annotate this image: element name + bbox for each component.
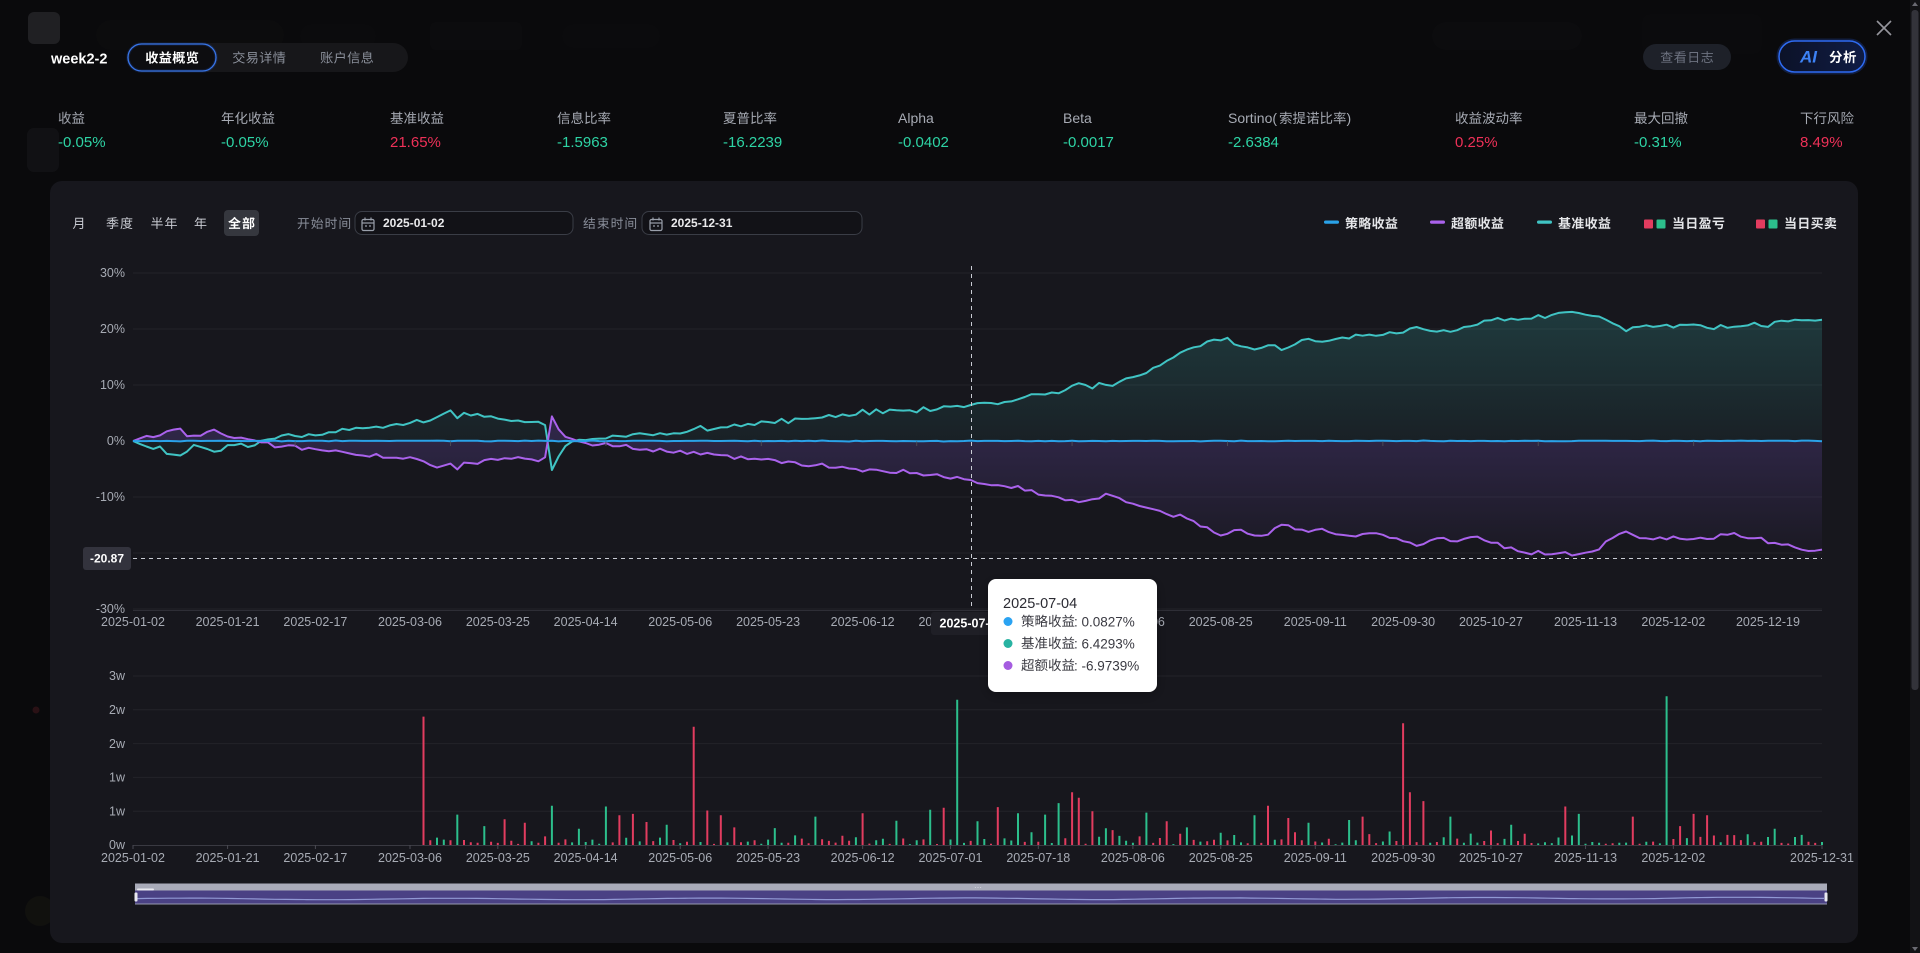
svg-text:-0.05%: -0.05% <box>221 134 269 151</box>
svg-text:: 0.0827%: : 0.0827% <box>1074 614 1135 629</box>
svg-text:2025-04-14: 2025-04-14 <box>554 851 618 865</box>
svg-text:2025-01-02: 2025-01-02 <box>101 615 165 629</box>
svg-text:2025-10-27: 2025-10-27 <box>1459 851 1523 865</box>
svg-text:2025-04-14: 2025-04-14 <box>554 615 618 629</box>
svg-text:1w: 1w <box>109 804 126 818</box>
svg-text:10%: 10% <box>100 378 125 392</box>
svg-text:-20.87: -20.87 <box>90 552 124 566</box>
svg-text:2w: 2w <box>109 737 126 751</box>
svg-text:8.49%: 8.49% <box>1800 134 1843 151</box>
svg-text:2025-08-25: 2025-08-25 <box>1189 851 1253 865</box>
svg-text:2025-11-13: 2025-11-13 <box>1554 615 1617 629</box>
svg-text:2025-01-02: 2025-01-02 <box>383 216 445 230</box>
svg-text:2025-08-25: 2025-08-25 <box>1189 615 1253 629</box>
svg-text:2025-03-06: 2025-03-06 <box>378 851 442 865</box>
svg-text:Alpha: Alpha <box>898 110 934 126</box>
svg-text:AI: AI <box>1799 48 1818 67</box>
svg-text:Beta: Beta <box>1063 110 1092 126</box>
svg-text:2025-09-30: 2025-09-30 <box>1371 615 1435 629</box>
svg-text:2025-12-02: 2025-12-02 <box>1641 851 1705 865</box>
svg-text:2025-05-06: 2025-05-06 <box>648 851 712 865</box>
svg-text:2025-03-06: 2025-03-06 <box>378 615 442 629</box>
svg-text:: -6.9739%: : -6.9739% <box>1074 658 1139 673</box>
svg-text:): ) <box>1347 110 1352 126</box>
svg-text:-0.31%: -0.31% <box>1634 134 1682 151</box>
svg-text:-16.2239: -16.2239 <box>723 134 782 151</box>
svg-text:week2-2: week2-2 <box>50 52 107 68</box>
svg-text:-0.05%: -0.05% <box>58 134 106 151</box>
svg-text:2025-06-12: 2025-06-12 <box>831 615 895 629</box>
svg-text:-2.6384: -2.6384 <box>1228 134 1279 151</box>
svg-text:20%: 20% <box>100 322 125 336</box>
svg-text:3w: 3w <box>109 669 126 683</box>
svg-text:-10%: -10% <box>96 490 125 504</box>
svg-text:2025-12-31: 2025-12-31 <box>671 216 733 230</box>
svg-text:2025-05-23: 2025-05-23 <box>736 615 800 629</box>
svg-text:30%: 30% <box>100 266 125 280</box>
svg-text:2025-01-02: 2025-01-02 <box>101 851 165 865</box>
svg-text:2025-09-11: 2025-09-11 <box>1284 851 1347 865</box>
svg-text:2025-12-31: 2025-12-31 <box>1790 851 1854 865</box>
svg-text:2025-02-17: 2025-02-17 <box>283 615 347 629</box>
svg-text:⋯: ⋯ <box>974 883 982 892</box>
svg-text:-0.0402: -0.0402 <box>898 134 949 151</box>
svg-text:2025-07-04: 2025-07-04 <box>1003 596 1077 612</box>
svg-text:2025-03-25: 2025-03-25 <box>466 615 530 629</box>
svg-text:2025-12-19: 2025-12-19 <box>1736 615 1800 629</box>
svg-text:2025-05-06: 2025-05-06 <box>648 615 712 629</box>
svg-text:2025-10-27: 2025-10-27 <box>1459 615 1523 629</box>
svg-text:-1.5963: -1.5963 <box>557 134 608 151</box>
svg-text:2025-01-21: 2025-01-21 <box>196 615 260 629</box>
svg-text:2025-09-30: 2025-09-30 <box>1371 851 1435 865</box>
svg-text:Sortino(: Sortino( <box>1228 110 1277 126</box>
svg-text:2025-02-17: 2025-02-17 <box>283 851 347 865</box>
svg-text:2w: 2w <box>109 703 126 717</box>
svg-text:2025-07-01: 2025-07-01 <box>918 851 982 865</box>
svg-text:-0.0017: -0.0017 <box>1063 134 1114 151</box>
svg-text:2025-07-18: 2025-07-18 <box>1006 851 1070 865</box>
svg-text:2025-09-11: 2025-09-11 <box>1284 615 1347 629</box>
svg-text:1w: 1w <box>109 771 126 785</box>
svg-text:2025-03-25: 2025-03-25 <box>466 851 530 865</box>
svg-text:2025-12-02: 2025-12-02 <box>1641 615 1705 629</box>
svg-text:2025-08-06: 2025-08-06 <box>1101 851 1165 865</box>
svg-text:0%: 0% <box>107 434 125 448</box>
svg-text:2025-06-12: 2025-06-12 <box>831 851 895 865</box>
svg-text:21.65%: 21.65% <box>390 134 441 151</box>
svg-text:2025-05-23: 2025-05-23 <box>736 851 800 865</box>
svg-text:: 6.4293%: : 6.4293% <box>1074 636 1135 651</box>
svg-text:2025-11-13: 2025-11-13 <box>1554 851 1617 865</box>
svg-text:2025-01-21: 2025-01-21 <box>196 851 260 865</box>
svg-text:0.25%: 0.25% <box>1455 134 1498 151</box>
